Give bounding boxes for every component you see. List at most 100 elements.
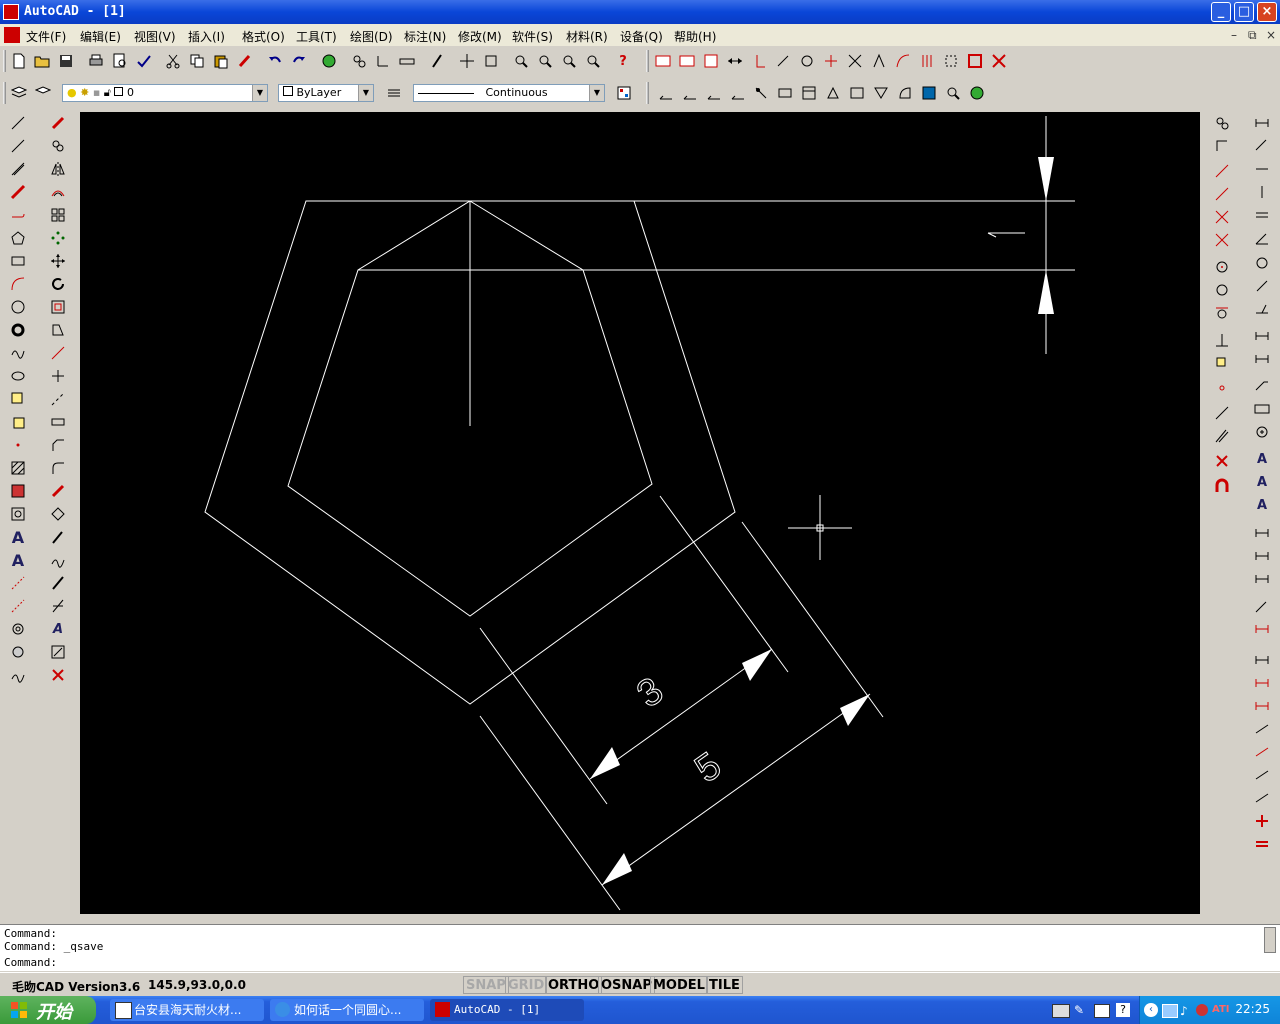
circle-icon[interactable] bbox=[7, 296, 29, 318]
tile-toggle[interactable]: TILE bbox=[706, 976, 743, 994]
dimension-tool-22-icon[interactable] bbox=[1251, 618, 1273, 640]
chamfer-icon[interactable] bbox=[47, 434, 69, 456]
array-icon[interactable] bbox=[47, 204, 69, 226]
ati-icon[interactable]: ATI bbox=[1212, 1004, 1230, 1015]
copy-icon[interactable] bbox=[186, 50, 208, 72]
coordinate-readout[interactable]: 145.9,93.0,0.0 bbox=[148, 978, 246, 992]
menu-view[interactable]: 视图(V) bbox=[134, 28, 176, 45]
dimension-tool-30-icon[interactable] bbox=[1251, 810, 1273, 832]
modify-tool-18-icon[interactable] bbox=[47, 503, 69, 525]
start-button[interactable]: 开始 bbox=[0, 996, 96, 1024]
menu-tools[interactable]: 工具(T) bbox=[296, 28, 337, 45]
snap-settings-icon[interactable] bbox=[1211, 475, 1233, 497]
snap-insert-icon[interactable] bbox=[1211, 352, 1233, 374]
modify-tool-20-icon[interactable] bbox=[47, 549, 69, 571]
make-block-icon[interactable] bbox=[7, 411, 29, 433]
explode-icon[interactable] bbox=[47, 480, 69, 502]
text-icon[interactable]: A bbox=[7, 526, 29, 548]
special-tool-5-icon[interactable] bbox=[748, 50, 770, 72]
taskbar-item-document[interactable]: 台安县海天耐火材... bbox=[110, 999, 264, 1021]
chevron-down-icon[interactable]: ▼ bbox=[252, 85, 267, 101]
menu-help[interactable]: 帮助(H) bbox=[674, 28, 716, 45]
snap-perpendicular-icon[interactable] bbox=[1211, 329, 1233, 351]
construction-line-icon[interactable] bbox=[7, 135, 29, 157]
snap-intersection-icon[interactable] bbox=[1211, 206, 1233, 228]
print-icon[interactable] bbox=[85, 50, 107, 72]
special-tool-12-icon[interactable] bbox=[916, 50, 938, 72]
dim-tool-1-icon[interactable] bbox=[655, 82, 677, 104]
network-icon[interactable] bbox=[1162, 1004, 1178, 1018]
pan-realtime-icon[interactable] bbox=[426, 50, 448, 72]
extend-icon[interactable] bbox=[47, 388, 69, 410]
draw-tool-23-icon[interactable] bbox=[7, 618, 29, 640]
special-tool-8-icon[interactable] bbox=[820, 50, 842, 72]
model-toggle[interactable]: MODEL bbox=[650, 976, 708, 994]
diameter-dimension-icon[interactable] bbox=[1251, 204, 1273, 226]
polyline-icon[interactable] bbox=[7, 181, 29, 203]
modify-tool-25-icon[interactable] bbox=[47, 664, 69, 686]
snap-endpoint-icon[interactable] bbox=[1211, 160, 1233, 182]
ellipse-icon[interactable] bbox=[7, 365, 29, 387]
autocad-app-icon[interactable] bbox=[3, 4, 19, 20]
toolbar-grip[interactable] bbox=[646, 50, 649, 72]
insert-tool-4-icon[interactable] bbox=[822, 82, 844, 104]
ucs-icon[interactable] bbox=[372, 50, 394, 72]
dimension-tool-27-icon[interactable] bbox=[1251, 741, 1273, 763]
spelling-icon[interactable] bbox=[133, 50, 155, 72]
zoom-extents-icon[interactable] bbox=[582, 50, 604, 72]
3d-polyline-icon[interactable] bbox=[7, 204, 29, 226]
insert-tool-1-icon[interactable] bbox=[750, 82, 772, 104]
continue-dimension-icon[interactable] bbox=[1251, 298, 1273, 320]
dimension-tool-11-icon[interactable] bbox=[1251, 348, 1273, 370]
region-icon[interactable] bbox=[7, 503, 29, 525]
snap-midpoint-icon[interactable] bbox=[1211, 183, 1233, 205]
rotate-icon[interactable] bbox=[47, 273, 69, 295]
insert-block-icon[interactable] bbox=[7, 388, 29, 410]
layer-dropdown[interactable]: ● ✸ ▪ 🔓︎ 0 ▼ bbox=[62, 84, 268, 102]
arc-icon[interactable] bbox=[7, 273, 29, 295]
dim-tool-2-icon[interactable] bbox=[679, 82, 701, 104]
grid-toggle[interactable]: GRID bbox=[505, 976, 548, 994]
help-icon[interactable]: ? bbox=[612, 50, 634, 72]
multiline-icon[interactable] bbox=[7, 158, 29, 180]
snap-quadrant-icon[interactable] bbox=[1211, 279, 1233, 301]
security-icon[interactable] bbox=[1196, 1004, 1208, 1016]
dim-tool-3-icon[interactable] bbox=[703, 82, 725, 104]
insert-tool-6-icon[interactable] bbox=[870, 82, 892, 104]
modify-tool-24-icon[interactable] bbox=[47, 641, 69, 663]
trim-icon[interactable] bbox=[47, 365, 69, 387]
multiline-text-icon[interactable]: A bbox=[7, 549, 29, 571]
menu-equipment[interactable]: 设备(Q) bbox=[620, 28, 663, 45]
tray-expand-icon[interactable]: ‹ bbox=[1144, 1003, 1158, 1017]
dimension-update-icon[interactable]: A bbox=[1251, 494, 1273, 516]
new-icon[interactable] bbox=[8, 50, 30, 72]
osnap-toggle[interactable]: OSNAP bbox=[598, 976, 655, 994]
insert-tool-7-icon[interactable] bbox=[894, 82, 916, 104]
dimension-tool-24-icon[interactable] bbox=[1251, 672, 1273, 694]
dimension-edit-icon[interactable]: A bbox=[1251, 448, 1273, 470]
snap-tangent-icon[interactable] bbox=[1211, 302, 1233, 324]
insert-tool-9-icon[interactable] bbox=[942, 82, 964, 104]
special-tool-15-icon[interactable] bbox=[988, 50, 1010, 72]
menu-edit[interactable]: 编辑(E) bbox=[80, 28, 121, 45]
break-icon[interactable] bbox=[47, 411, 69, 433]
modify-tool-22-icon[interactable] bbox=[47, 595, 69, 617]
dimension-tool-20-icon[interactable] bbox=[1251, 568, 1273, 590]
snap-toggle[interactable]: SNAP bbox=[463, 976, 509, 994]
gradient-icon[interactable] bbox=[7, 480, 29, 502]
insert-tool-10-icon[interactable] bbox=[966, 82, 988, 104]
modify-tool-23-icon[interactable]: A bbox=[47, 618, 69, 640]
document-icon[interactable] bbox=[4, 27, 20, 43]
menu-format[interactable]: 格式(O) bbox=[242, 28, 285, 45]
snap-from-icon[interactable] bbox=[1211, 112, 1233, 134]
ortho-toggle[interactable]: ORTHO bbox=[545, 976, 603, 994]
input-method-icon[interactable] bbox=[1094, 1004, 1110, 1018]
snap-parallel-icon[interactable] bbox=[1211, 425, 1233, 447]
array-polar-icon[interactable] bbox=[47, 227, 69, 249]
maximize-button[interactable]: □ bbox=[1234, 2, 1254, 22]
draw-tool-22-icon[interactable] bbox=[7, 595, 29, 617]
dimension-text-3[interactable]: 3 bbox=[629, 669, 671, 717]
menu-draw[interactable]: 绘图(D) bbox=[350, 28, 393, 45]
polygon-icon[interactable] bbox=[7, 227, 29, 249]
paste-icon[interactable] bbox=[210, 50, 232, 72]
